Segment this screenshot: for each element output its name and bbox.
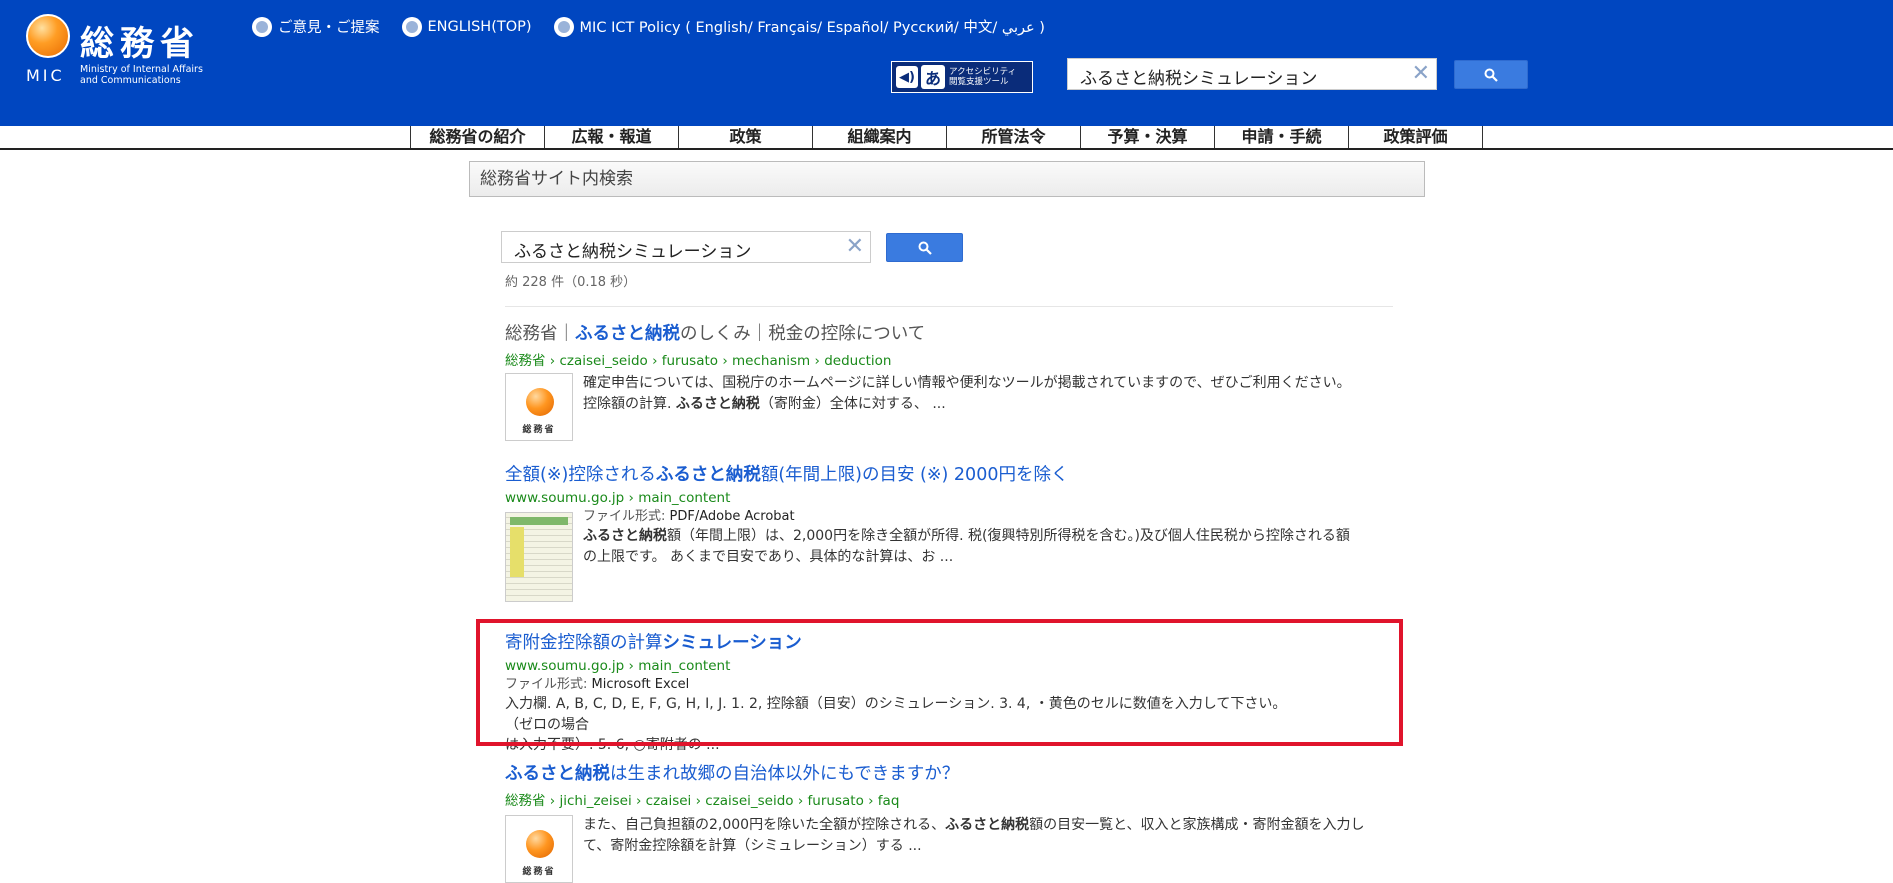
snippet-bold: ふるさと納税: [675, 395, 760, 412]
search-icon: [1484, 68, 1498, 82]
logo-orange-ball-icon: [26, 14, 70, 58]
result-title-bold: ふるさと納税: [655, 465, 761, 485]
result-title-prefix: 全額(※)控除される: [505, 465, 656, 485]
result-title-bold: ふるさと納税: [505, 764, 610, 784]
page-title: 総務省サイト内検索: [469, 161, 1425, 197]
result-thumbnail[interactable]: 総務省: [505, 815, 573, 883]
result-thumbnail-spreadsheet[interactable]: [505, 512, 573, 602]
file-type-label: ファイル形式:: [583, 509, 670, 524]
accessibility-label-line2: 閲覧支援ツール: [949, 77, 1009, 87]
snippet-text: また、自己負担額の2,000円を除いた全額が控除される、: [583, 817, 946, 833]
top-link-ict-policy[interactable]: MIC ICT Policy ( English/ Français/ Espa…: [553, 16, 1045, 37]
top-links: ご意見・ご提案 ENGLISH(TOP) MIC ICT Policy ( En…: [252, 16, 1045, 37]
snippet-bold: ふるさと納税: [945, 817, 1030, 833]
top-link-label: ENGLISH(TOP): [427, 18, 532, 35]
search-icon: [918, 241, 932, 255]
snippet-line: て、寄附金控除額を計算（シミュレーション）する ...: [583, 837, 922, 854]
nav-item-budget[interactable]: 予算・決算: [1080, 126, 1214, 148]
snippet-line: また、自己負担額の2,000円を除いた全額が控除される、ふるさと納税額の目安一覧…: [583, 815, 1383, 836]
nav-item-press[interactable]: 広報・報道: [544, 126, 678, 148]
search-result: 全額(※)控除されるふるさと納税額(年間上限)の目安 (※) 2000円を除く …: [505, 461, 1350, 602]
file-type: ファイル形式: PDF/Adobe Acrobat: [583, 508, 1383, 526]
search-result: ふるさと納税は生まれ故郷の自治体以外にもできますか？ 総務省 › jichi_z…: [505, 760, 1365, 883]
result-snippet: ファイル形式: PDF/Adobe Acrobat ふるさと納税額（年間上限）は…: [583, 508, 1383, 567]
logo-kanji: 総務省: [80, 24, 200, 64]
site-search-box: ✕: [501, 231, 871, 263]
divider: [505, 306, 1393, 307]
logo-subtitle-line2: and Communications: [80, 75, 181, 86]
speaker-icon: ◀): [896, 66, 918, 88]
top-link-label: MIC ICT Policy ( English/ Français/ Espa…: [579, 20, 1045, 36]
snippet-text: （寄附金）全体に対する、 ...: [759, 395, 946, 412]
highlight-box: [476, 619, 1403, 746]
clear-icon[interactable]: ✕: [1412, 63, 1430, 85]
snippet-line: 控除額の計算. ふるさと納税（寄附金）全体に対する、 ...: [583, 394, 1383, 415]
site-search-button[interactable]: [886, 233, 963, 262]
nav-item-laws[interactable]: 所管法令: [946, 126, 1080, 148]
mic-ball-icon: [526, 388, 554, 416]
radio-bullet-icon: [553, 16, 574, 37]
header-search-input[interactable]: [1078, 64, 1402, 88]
snippet-text: 額の目安一覧と、収入と家族構成・寄附金額を入力し: [1029, 817, 1365, 833]
thumbnail-label: 総務省: [522, 867, 556, 877]
thumbnail-label: 総務省: [522, 425, 556, 435]
result-stats: 約 228 件（0.18 秒）: [505, 275, 637, 290]
nav-item-policy[interactable]: 政策: [678, 126, 812, 148]
result-title-bold: ふるさと納税: [575, 324, 680, 344]
nav-item-organization[interactable]: 組織案内: [812, 126, 946, 148]
radio-bullet-icon: [401, 16, 422, 37]
snippet-text: 控除額の計算.: [583, 395, 676, 412]
snippet-line: 確定申告については、国税庁のホームページに詳しい情報や便利なツールが掲載されてい…: [583, 375, 1351, 391]
result-url: www.soumu.go.jp › main_content: [505, 490, 731, 506]
main-nav: 総務省の紹介 広報・報道 政策 組織案内 所管法令 予算・決算 申請・手続 政策…: [410, 126, 1483, 148]
snippet-line: ふるさと納税額（年間上限）は、2,000円を除き全額が所得. 税(復興特別所得税…: [583, 526, 1383, 547]
result-title-link[interactable]: 総務省｜ふるさと納税のしくみ｜税金の控除について: [505, 320, 925, 345]
snippet-text: 額（年間上限）は、2,000円を除き全額が所得. 税(復興特別所得税を含む。)及…: [667, 528, 1350, 544]
site-header: 総務省 MIC Ministry of Internal Affairs and…: [0, 0, 1893, 126]
radio-bullet-icon: [252, 16, 272, 37]
accessibility-label-line1: アクセシビリティ: [949, 67, 1017, 77]
nav-item-applications[interactable]: 申請・手続: [1214, 126, 1348, 148]
accessibility-label: アクセシビリティ 閲覧支援ツール: [949, 67, 1016, 87]
mic-ball-icon: [526, 830, 554, 858]
result-snippet: また、自己負担額の2,000円を除いた全額が控除される、ふるさと納税額の目安一覧…: [583, 815, 1383, 856]
top-link-label: ご意見・ご提案: [278, 20, 380, 36]
accessibility-tool-button[interactable]: ◀) あ アクセシビリティ 閲覧支援ツール: [891, 61, 1033, 93]
result-url: 総務省 › czaisei_seido › furusato › mechani…: [505, 353, 892, 369]
header-search-button[interactable]: [1454, 60, 1528, 89]
mic-logo[interactable]: 総務省 MIC Ministry of Internal Affairs and…: [24, 14, 234, 90]
clear-icon[interactable]: ✕: [846, 236, 864, 258]
file-type-value: PDF/Adobe Acrobat: [669, 509, 795, 524]
main-nav-bar: 総務省の紹介 広報・報道 政策 組織案内 所管法令 予算・決算 申請・手続 政策…: [0, 126, 1893, 150]
snippet-bold: ふるさと納税: [583, 528, 667, 544]
search-result: 総務省｜ふるさと納税のしくみ｜税金の控除について 総務省 › czaisei_s…: [505, 320, 1351, 441]
result-snippet: 確定申告については、国税庁のホームページに詳しい情報や便利なツールが掲載されてい…: [583, 373, 1383, 414]
result-title-link[interactable]: 全額(※)控除されるふるさと納税額(年間上限)の目安 (※) 2000円を除く: [505, 461, 1068, 486]
nav-item-evaluation[interactable]: 政策評価: [1348, 126, 1483, 148]
result-title-prefix: 総務省｜: [505, 324, 575, 344]
result-title-suffix: のしくみ｜税金の控除について: [680, 324, 926, 344]
top-link-feedback[interactable]: ご意見・ご提案: [252, 16, 380, 37]
logo-subtitle: Ministry of Internal Affairs and Communi…: [80, 64, 203, 86]
result-title-suffix: 額(年間上限)の目安 (※) 2000円を除く: [760, 465, 1069, 485]
logo-subtitle-line1: Ministry of Internal Affairs: [80, 64, 203, 75]
header-search-box: ✕: [1067, 58, 1437, 90]
result-thumbnail[interactable]: 総務省: [505, 373, 573, 441]
result-url: 総務省 › jichi_zeisei › czaisei › czaisei_s…: [505, 793, 900, 809]
top-link-english[interactable]: ENGLISH(TOP): [401, 16, 532, 37]
nav-item-about[interactable]: 総務省の紹介: [410, 126, 544, 148]
result-title-link[interactable]: ふるさと納税は生まれ故郷の自治体以外にもできますか？: [505, 760, 959, 785]
site-search-input[interactable]: [512, 237, 836, 261]
hiragana-a-icon: あ: [921, 65, 945, 89]
logo-mic-text: MIC: [26, 66, 65, 85]
snippet-line: の上限です。 あくまで目安であり、具体的な計算は、お ...: [583, 548, 954, 565]
result-title-suffix: は生まれ故郷の自治体以外にもできますか？: [610, 764, 960, 784]
